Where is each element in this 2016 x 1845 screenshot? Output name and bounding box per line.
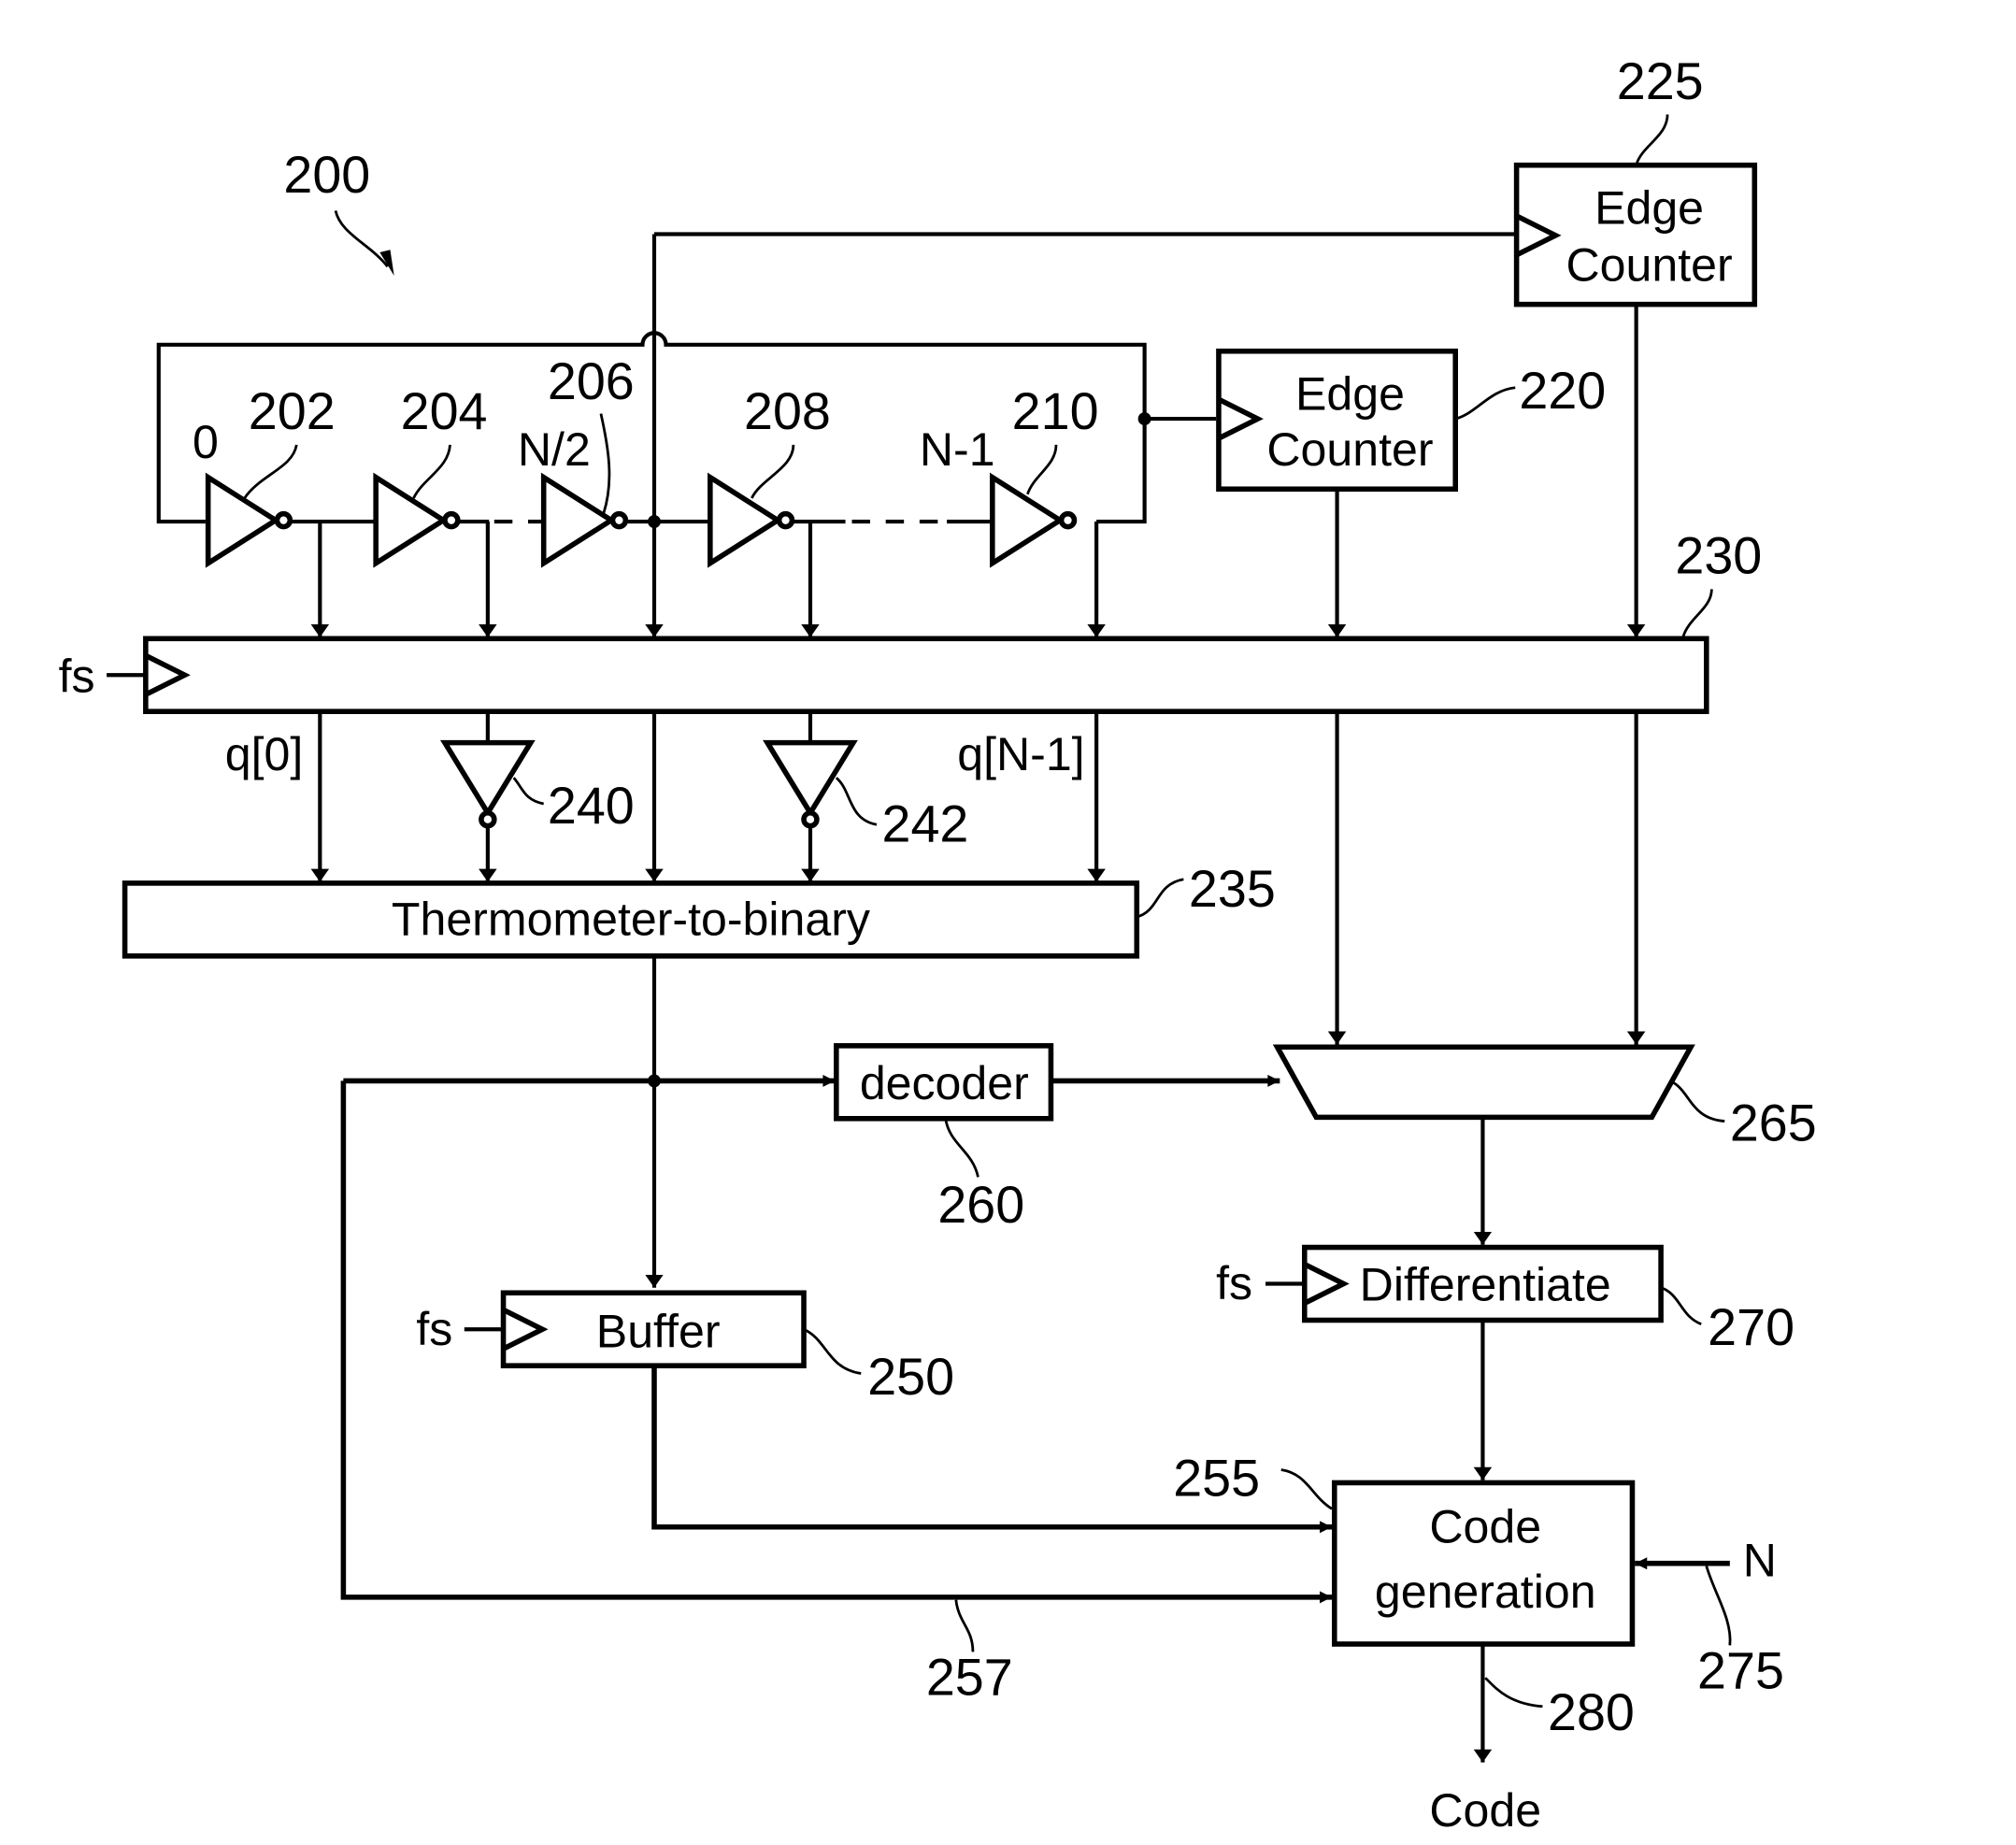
inverter-bubble-icon [274, 510, 293, 530]
leader-line [944, 1118, 979, 1178]
leader-line [512, 777, 545, 806]
inverter-bubble-icon [442, 510, 461, 530]
inverter-ref-label: 206 [548, 352, 635, 410]
inverter-triangle-icon [205, 472, 281, 568]
leader-line [751, 444, 795, 499]
output-inverter-242-icon [763, 739, 858, 819]
clock-label-fs: fs [416, 1303, 452, 1355]
code-generation-255: Code generation [1332, 1480, 1636, 1647]
leader-line [1660, 1286, 1702, 1325]
inverter-ref-label: 202 [249, 382, 336, 440]
block-label: decoder [860, 1057, 1029, 1109]
figure-ref-arrowhead [379, 250, 394, 277]
thermometer-to-binary-235: Thermometer-to-binary [122, 880, 1140, 959]
inverter-bubble-icon [776, 510, 795, 530]
inverter-bubble-icon [801, 809, 820, 829]
leader-line [412, 444, 451, 499]
ref-label-270: 270 [1708, 1298, 1794, 1356]
ref-label-265: 265 [1730, 1094, 1817, 1151]
decoder-260: decoder [834, 1043, 1054, 1122]
edge-counter-220: Edge Counter [1216, 348, 1458, 493]
block-label: Code [1429, 1500, 1541, 1552]
qn1-label: q[N-1] [957, 728, 1084, 780]
leader-line [1026, 444, 1058, 495]
figure-ref-label: 200 [283, 146, 370, 204]
clock-label-fs: fs [1216, 1257, 1252, 1309]
inverter-206 [540, 472, 629, 568]
figure-ref-leader [334, 210, 389, 268]
ref-label-255: 255 [1173, 1449, 1260, 1507]
inverter-ref-label: 210 [1012, 382, 1099, 440]
ref-label-235: 235 [1189, 860, 1276, 918]
q0-label: q[0] [225, 728, 304, 780]
inverter-208 [708, 472, 795, 568]
inverter-bubble-icon [609, 510, 629, 530]
ref-label-257: 257 [926, 1648, 1013, 1706]
block-label: generation [1375, 1566, 1596, 1618]
inverter-ref-label: 208 [744, 382, 831, 440]
inverter-bubble-icon [1058, 510, 1078, 530]
multiplexer-265 [1272, 1044, 1695, 1121]
ref-label-275: 275 [1697, 1641, 1784, 1699]
inverter-triangle-icon [373, 472, 449, 568]
leader-line [1705, 1566, 1732, 1646]
code-output-label: Code [1429, 1784, 1541, 1837]
ref-label-225: 225 [1617, 52, 1704, 110]
inverter-index-label: 0 [193, 416, 219, 468]
block-label: Thermometer-to-binary [392, 894, 870, 946]
leader-line [1484, 1677, 1543, 1709]
inverter-triangle-icon [540, 472, 617, 568]
inverter-index-label: N-1 [920, 423, 995, 476]
leader-line [243, 444, 298, 499]
output-inverter-240-icon [439, 739, 536, 819]
leader-line [1681, 589, 1713, 638]
inverter-index-label: N/2 [518, 423, 591, 476]
ref-label-240: 240 [548, 777, 635, 835]
ref-label-260: 260 [937, 1176, 1024, 1234]
inverter-204 [373, 472, 461, 568]
feedback-path-257 [340, 1080, 1333, 1604]
inverter-ref-label: 204 [401, 382, 488, 440]
differentiate-270: Differentiate [1302, 1244, 1664, 1323]
ref-label-280: 280 [1548, 1683, 1635, 1741]
register-box [143, 636, 1709, 714]
inverter-triangle-icon [990, 472, 1065, 568]
leader-line [1635, 114, 1669, 166]
leader-line [1671, 1080, 1725, 1123]
n-input-label: N [1743, 1535, 1777, 1587]
leader-line [599, 413, 611, 515]
clock-label-fs: fs [59, 650, 95, 702]
inverter-triangle-icon [708, 472, 783, 568]
inverter-bubble-icon [479, 809, 497, 829]
inverter-210 [990, 472, 1078, 568]
ref-label-250: 250 [867, 1348, 954, 1406]
leader-line [954, 1599, 975, 1652]
ref-label-230: 230 [1675, 527, 1762, 585]
block-label: Counter [1566, 239, 1732, 292]
circuit-diagram: 200 0 202 204 N/2 206 208 N-1 210 Edge C… [59, 52, 1817, 1837]
leader-line [835, 777, 878, 826]
block-label: Buffer [596, 1306, 721, 1358]
block-label: Edge [1295, 367, 1405, 420]
inverter-202 [205, 472, 293, 568]
register-230 [143, 636, 1709, 714]
leader-line [803, 1327, 862, 1375]
ref-label-242: 242 [882, 794, 969, 852]
ref-label-220: 220 [1519, 362, 1606, 420]
edge-counter-225: Edge Counter [1513, 162, 1758, 308]
block-label: Edge [1594, 181, 1704, 234]
leader-line [1136, 878, 1184, 919]
leader-line [1280, 1468, 1333, 1510]
block-label: Counter [1266, 423, 1433, 476]
leader-line [1454, 386, 1516, 421]
buffer-250: Buffer [500, 1290, 807, 1368]
block-label: Differentiate [1360, 1259, 1611, 1311]
